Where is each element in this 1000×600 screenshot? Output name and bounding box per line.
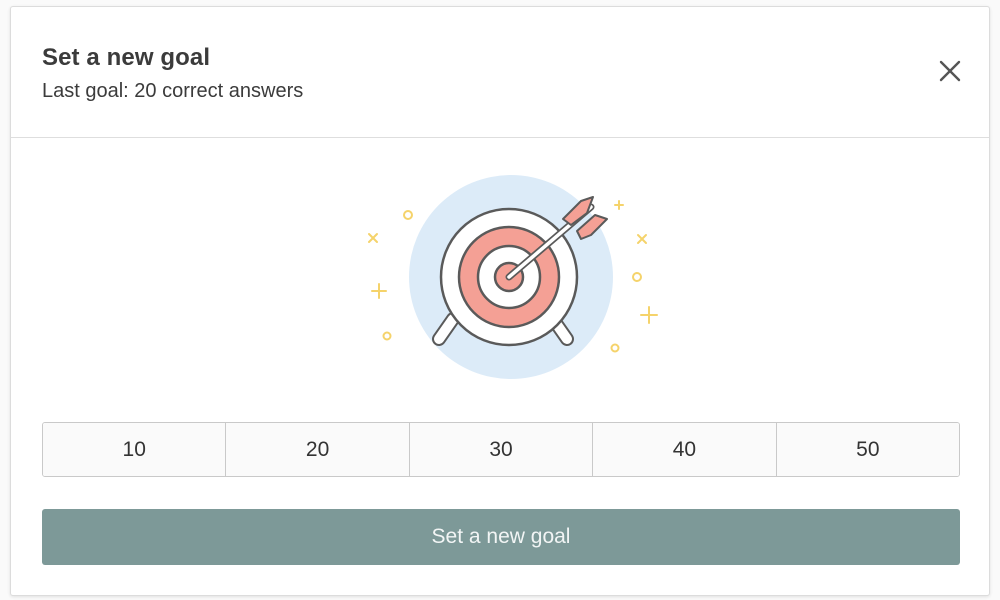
goal-option-10[interactable]: 10	[43, 423, 227, 476]
goal-option-50[interactable]: 50	[776, 423, 959, 476]
dialog-header: Set a new goal Last goal: 20 correct ans…	[11, 7, 989, 138]
set-goal-dialog: Set a new goal Last goal: 20 correct ans…	[10, 6, 990, 596]
page-background: Set a new goal Last goal: 20 correct ans…	[0, 0, 1000, 600]
goal-options-group: 10 20 30 40 50	[42, 422, 960, 477]
goal-option-20[interactable]: 20	[226, 423, 410, 476]
close-icon	[939, 60, 961, 82]
set-new-goal-button[interactable]: Set a new goal	[42, 509, 960, 565]
goal-option-30[interactable]: 30	[409, 423, 594, 476]
dialog-title: Set a new goal	[42, 44, 211, 71]
target-with-arrow-icon	[368, 175, 658, 379]
goal-option-40[interactable]: 40	[593, 423, 777, 476]
close-button[interactable]	[936, 57, 964, 85]
last-goal-text: Last goal: 20 correct answers	[42, 80, 304, 102]
